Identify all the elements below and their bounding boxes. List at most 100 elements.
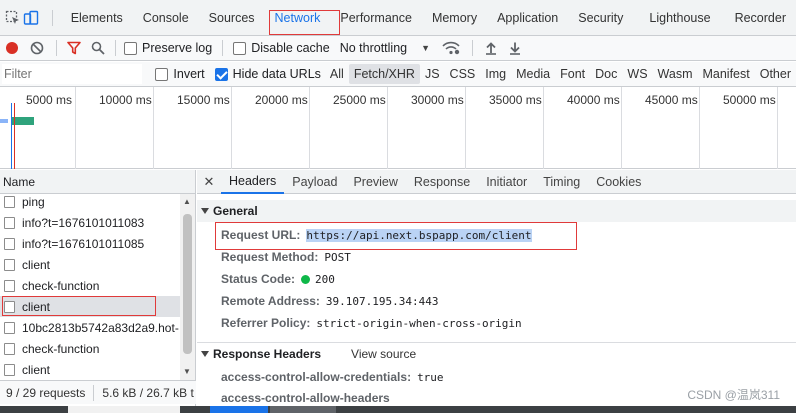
referrer-policy-value: strict-origin-when-cross-origin xyxy=(316,316,522,330)
timeline-tick-label: 5000 ms xyxy=(26,93,73,107)
throttling-select[interactable]: No throttling ▼ xyxy=(340,41,430,55)
type-filter-wasm[interactable]: Wasm xyxy=(653,67,698,81)
request-row[interactable]: info?t=1676101011083 xyxy=(0,212,180,233)
tab-elements[interactable]: Elements xyxy=(61,0,133,36)
request-name: info?t=1676101011085 xyxy=(22,236,145,251)
clear-icon[interactable] xyxy=(24,36,50,60)
status-ok-icon xyxy=(301,274,311,284)
timeline-gridline xyxy=(543,87,544,169)
tab-recorder[interactable]: Recorder xyxy=(725,0,796,36)
toolbar-divider xyxy=(51,9,53,26)
tab-sources[interactable]: Sources xyxy=(199,0,265,36)
tab-cookies[interactable]: Cookies xyxy=(588,170,649,194)
request-row[interactable]: ping xyxy=(0,191,180,212)
close-icon[interactable]: ✕ xyxy=(197,174,221,190)
response-header-key: access-control-allow-credentials: xyxy=(221,370,412,384)
type-filter-media[interactable]: Media xyxy=(511,67,555,81)
type-filter-img[interactable]: Img xyxy=(480,67,511,81)
type-filter-all[interactable]: All xyxy=(325,67,349,81)
type-filter-manifest[interactable]: Manifest xyxy=(697,67,754,81)
tab-security[interactable]: Security xyxy=(568,0,639,36)
hide-data-urls-checkbox[interactable] xyxy=(214,67,228,81)
tab-preview[interactable]: Preview xyxy=(345,170,405,194)
scroll-up-arrow-icon[interactable]: ▲ xyxy=(183,197,191,206)
timeline-gridline xyxy=(309,87,310,169)
request-name: client xyxy=(22,257,51,272)
general-section-header[interactable]: General xyxy=(197,200,796,222)
tab-payload[interactable]: Payload xyxy=(284,170,345,194)
type-filter-doc[interactable]: Doc xyxy=(590,67,622,81)
disable-cache-checkbox[interactable] xyxy=(233,41,247,55)
timeline-tick-label: 10000 ms xyxy=(99,93,152,107)
response-header-row: access-control-allow-credentials: true xyxy=(221,367,444,387)
dom-content-loaded-marker xyxy=(11,103,12,169)
tab-console[interactable]: Console xyxy=(133,0,199,36)
filter-placeholder: Filter xyxy=(4,67,32,81)
tab-initiator[interactable]: Initiator xyxy=(478,170,535,194)
referrer-policy-key: Referrer Policy: xyxy=(221,316,311,330)
general-section-title: General xyxy=(213,204,258,218)
type-filter-css[interactable]: CSS xyxy=(445,67,481,81)
export-har-icon[interactable] xyxy=(503,36,527,60)
name-column-label: Name xyxy=(3,174,36,189)
response-headers-section-header[interactable]: Response Headers View source xyxy=(197,342,796,364)
network-overview[interactable]: 5000 ms 10000 ms 15000 ms 20000 ms 25000… xyxy=(0,87,796,169)
tab-performance[interactable]: Performance xyxy=(330,0,422,36)
filter-bar: Filter Invert Hide data URLs All Fetch/X… xyxy=(0,62,796,87)
detail-tab-bar: ✕ Headers Payload Preview Response Initi… xyxy=(197,170,796,194)
timeline-gridline xyxy=(387,87,388,169)
watermark: CSDN @温岚311 xyxy=(687,388,780,402)
device-toolbar-icon[interactable] xyxy=(21,0,40,36)
type-filter-ws[interactable]: WS xyxy=(622,67,652,81)
taskbar-segment xyxy=(210,406,268,413)
view-source-link[interactable]: View source xyxy=(351,347,416,361)
scrollbar-thumb[interactable] xyxy=(183,214,192,354)
invert-checkbox[interactable] xyxy=(155,67,169,81)
taskbar-segment xyxy=(270,406,336,413)
timeline-gridline xyxy=(75,87,76,169)
preserve-log-checkbox[interactable] xyxy=(124,41,137,55)
timeline-tick-label: 20000 ms xyxy=(255,93,308,107)
scroll-down-arrow-icon[interactable]: ▼ xyxy=(183,367,191,376)
request-method-row: Request Method: POST xyxy=(221,247,351,267)
tab-application[interactable]: Application xyxy=(487,0,568,36)
throttling-value: No throttling xyxy=(339,41,408,55)
request-list-scrollbar[interactable]: ▲ ▼ xyxy=(180,194,195,380)
timeline-gridline xyxy=(465,87,466,169)
remote-address-value: 39.107.195.34:443 xyxy=(325,294,439,308)
type-filter-other[interactable]: Other xyxy=(755,67,796,81)
tab-timing[interactable]: Timing xyxy=(535,170,588,194)
tab-headers[interactable]: Headers xyxy=(221,170,285,194)
request-file-icon xyxy=(4,363,15,376)
request-file-icon xyxy=(4,321,15,334)
request-row[interactable]: client xyxy=(0,254,180,275)
request-row[interactable]: client xyxy=(0,359,180,380)
type-filter-fetch-xhr[interactable]: Fetch/XHR xyxy=(348,64,420,84)
type-filter-font[interactable]: Font xyxy=(555,67,590,81)
timeline-tick-label: 50000 ms xyxy=(723,93,776,107)
request-name: check-function xyxy=(22,341,100,356)
timeline-gridline xyxy=(699,87,700,169)
request-row[interactable]: check-function xyxy=(0,275,180,296)
network-conditions-icon[interactable] xyxy=(436,36,466,60)
record-icon[interactable] xyxy=(0,36,24,60)
search-icon[interactable] xyxy=(85,36,111,60)
filter-input[interactable]: Filter xyxy=(2,64,143,84)
tab-memory[interactable]: Memory xyxy=(422,0,487,36)
response-header-row: access-control-allow-headers xyxy=(221,388,396,408)
request-name: client xyxy=(22,362,51,377)
request-count: 9 / 29 requests xyxy=(6,385,86,400)
type-filter-js[interactable]: JS xyxy=(420,67,445,81)
select-element-icon[interactable] xyxy=(4,0,21,36)
import-har-icon[interactable] xyxy=(479,36,503,60)
request-url-highlight xyxy=(215,222,577,250)
request-row[interactable]: check-function xyxy=(0,338,180,359)
request-row[interactable]: info?t=1676101011085 xyxy=(0,233,180,254)
tab-lighthouse[interactable]: Lighthouse xyxy=(639,0,724,36)
tab-response[interactable]: Response xyxy=(406,170,478,194)
request-name: ping xyxy=(22,194,45,209)
request-row[interactable]: 10bc2813b5742a83d2a9.hot- xyxy=(0,317,180,338)
request-name: check-function xyxy=(22,278,100,293)
filter-icon[interactable] xyxy=(63,36,85,60)
timeline-tick-label: 25000 ms xyxy=(333,93,386,107)
